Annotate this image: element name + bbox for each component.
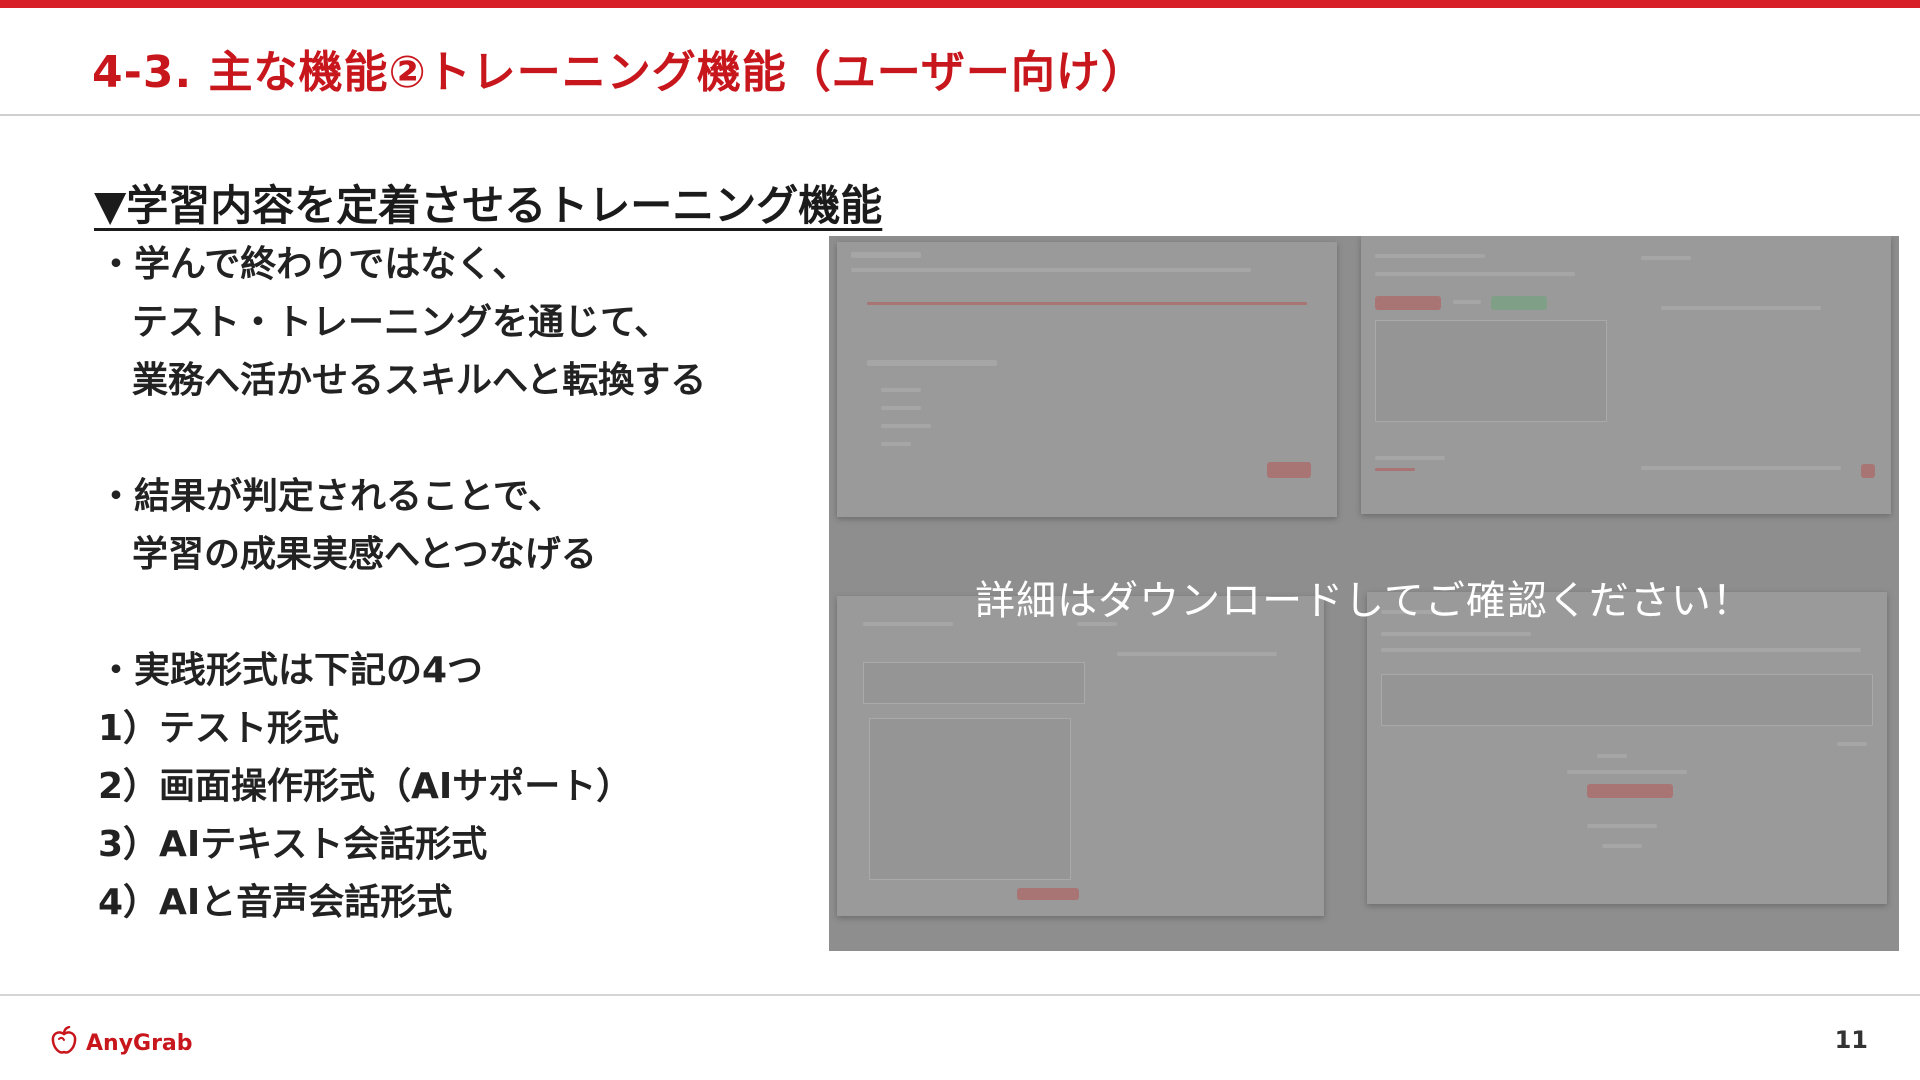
- bullet-1-line-2: テスト・トレーニングを通じて、: [132, 302, 671, 343]
- preview-card-screen-operation: [1361, 236, 1891, 514]
- slide-title: 4-3. 主な機能②トレーニング機能（ユーザー向け）: [92, 47, 1146, 98]
- bullet-1-line-3: 業務へ活かせるスキルへと転換する: [132, 360, 707, 401]
- bullet-group-1: ・学んで終わりではなく、 テスト・トレーニングを通じて、 業務へ活かせるスキルへ…: [98, 236, 706, 410]
- format-item-1: 1）テスト形式: [98, 708, 340, 749]
- preview-card-ai-text: [837, 596, 1324, 916]
- apple-logo-icon: [50, 1025, 78, 1060]
- preview-card-ai-voice: [1367, 592, 1887, 904]
- preview-card-test: [837, 242, 1337, 517]
- format-item-3: 3）AIテキスト会話形式: [98, 824, 488, 865]
- top-accent-bar: [0, 0, 1920, 8]
- bullet-2-line-1: ・結果が判定されることで、: [98, 476, 564, 517]
- title-divider: [0, 114, 1920, 116]
- section-heading: ▼学習内容を定着させるトレーニング機能: [94, 181, 883, 230]
- bullet-2-line-2: 学習の成果実感へとつなげる: [132, 534, 597, 575]
- logo-text: AnyGrab: [86, 1030, 193, 1056]
- bullet-3-line-1: ・実践形式は下記の4つ: [98, 650, 484, 691]
- format-item-4: 4）AIと音声会話形式: [98, 882, 453, 923]
- screenshot-preview-panel: 詳細はダウンロードしてご確認ください！: [829, 236, 1899, 951]
- anygrab-logo: AnyGrab: [50, 1025, 193, 1060]
- page-number: 11: [1834, 1026, 1868, 1054]
- bullet-group-2: ・結果が判定されることで、 学習の成果実感へとつなげる: [98, 468, 597, 584]
- bullet-group-3: ・実践形式は下記の4つ 1）テスト形式 2）画面操作形式（AIサポート） 3）A…: [98, 642, 632, 932]
- bullet-1-line-1: ・学んで終わりではなく、: [98, 244, 529, 285]
- footer-divider: [0, 994, 1920, 996]
- download-prompt-text: 詳細はダウンロードしてご確認ください！: [975, 578, 1753, 624]
- format-item-2: 2）画面操作形式（AIサポート）: [98, 766, 633, 807]
